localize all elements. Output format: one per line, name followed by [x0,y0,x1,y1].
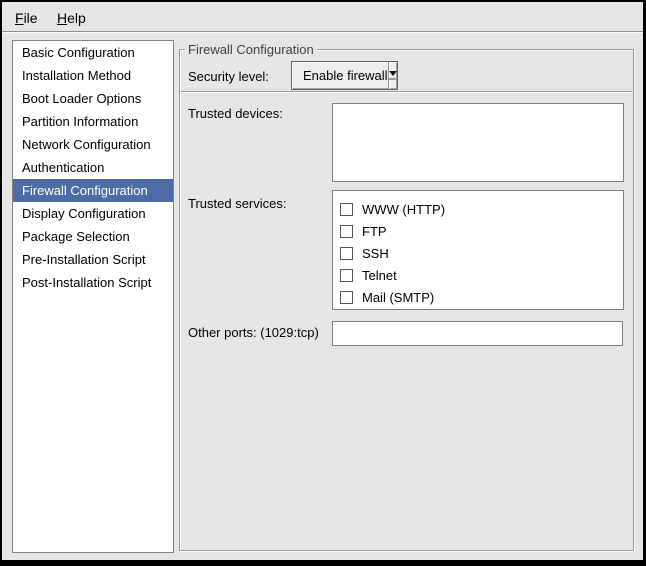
checkbox-unchecked-icon[interactable] [340,291,353,304]
security-level-dropdown[interactable]: Enable firewall [291,61,398,90]
service-label: WWW (HTTP) [362,202,445,217]
trusted-services-list[interactable]: WWW (HTTP) FTP SSH Telnet Mail (SMTP) [332,190,624,310]
chevron-down-icon [389,71,397,76]
other-ports-input[interactable] [332,321,623,346]
firewall-configuration-frame: Firewall Configuration Security level: E… [179,49,634,551]
service-label: SSH [362,246,389,261]
service-row[interactable]: FTP [340,220,623,242]
dropdown-arrow-button[interactable] [388,62,397,89]
sidebar-item-partition-information[interactable]: Partition Information [13,110,173,133]
menubar: File Help [2,2,643,31]
checkbox-unchecked-icon[interactable] [340,247,353,260]
sidebar-item-authentication[interactable]: Authentication [13,156,173,179]
sidebar-item-network-configuration[interactable]: Network Configuration [13,133,173,156]
checkbox-unchecked-icon[interactable] [340,269,353,282]
service-row[interactable]: Telnet [340,264,623,286]
trusted-devices-list[interactable] [332,103,624,182]
section-list[interactable]: Basic ConfigurationInstallation MethodBo… [12,40,174,553]
menubar-separator [2,31,643,33]
sidebar-item-pre-installation-script[interactable]: Pre-Installation Script [13,248,173,271]
security-level-label: Security level: [188,69,269,84]
trusted-services-label: Trusted services: [188,196,287,211]
service-row[interactable]: SSH [340,242,623,264]
other-ports-label: Other ports: (1029:tcp) [188,325,319,340]
checkbox-unchecked-icon[interactable] [340,203,353,216]
sidebar-item-post-installation-script[interactable]: Post-Installation Script [13,271,173,294]
sidebar-item-display-configuration[interactable]: Display Configuration [13,202,173,225]
menu-help[interactable]: Help [52,7,91,29]
sidebar-item-package-selection[interactable]: Package Selection [13,225,173,248]
sidebar-item-installation-method[interactable]: Installation Method [13,64,173,87]
frame-title: Firewall Configuration [185,42,317,57]
sidebar-item-basic-configuration[interactable]: Basic Configuration [13,41,173,64]
security-level-value: Enable firewall [292,62,388,89]
kickstart-configurator-window: File Help Basic ConfigurationInstallation… [0,0,646,566]
sidebar-item-firewall-configuration[interactable]: Firewall Configuration [13,179,173,202]
checkbox-unchecked-icon[interactable] [340,225,353,238]
service-label: FTP [362,224,387,239]
service-row[interactable]: Mail (SMTP) [340,286,623,308]
trusted-devices-label: Trusted devices: [188,106,283,121]
frame-separator [181,91,632,93]
service-label: Telnet [362,268,397,283]
service-row[interactable]: WWW (HTTP) [340,198,623,220]
menu-file[interactable]: File [10,7,43,29]
service-label: Mail (SMTP) [362,290,434,305]
sidebar-item-boot-loader-options[interactable]: Boot Loader Options [13,87,173,110]
dropdown-dash-icon [389,78,397,80]
